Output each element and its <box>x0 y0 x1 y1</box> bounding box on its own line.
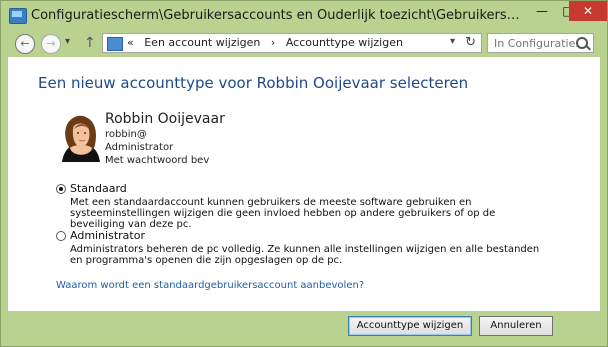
breadcrumb-item-account-change[interactable]: Een account wijzigen <box>144 36 260 49</box>
window-title: Configuratiescherm\Gebruikersaccounts en… <box>31 8 526 23</box>
user-role: Administrator <box>105 142 174 153</box>
page-title: Een nieuw accounttype voor Robbin Ooijev… <box>38 74 469 92</box>
navigation-bar: ← → ▾ ↑ « Een account wijzigen › Account… <box>7 32 603 54</box>
administrator-label[interactable]: Administrator <box>70 229 145 242</box>
administrator-description: Administrators beheren de pc volledig. Z… <box>70 244 540 266</box>
up-arrow-icon[interactable]: ↑ <box>84 35 96 51</box>
title-bar: Configuratiescherm\Gebruikersaccounts en… <box>1 1 607 31</box>
address-dropdown-icon[interactable]: ▾ <box>450 36 455 47</box>
refresh-icon[interactable]: ↻ <box>465 35 476 50</box>
user-avatar <box>57 112 105 164</box>
breadcrumb: « Een account wijzigen › Accounttype wij… <box>127 36 410 49</box>
password-status: Met wachtwoord bev <box>105 155 210 166</box>
administrator-radio[interactable] <box>56 231 66 241</box>
control-panel-icon <box>9 8 27 24</box>
breadcrumb-item-account-type[interactable]: Accounttype wijzigen <box>286 36 403 49</box>
cancel-button[interactable]: Annuleren <box>479 316 553 336</box>
control-panel-address-icon <box>107 37 123 51</box>
female-user-icon <box>62 115 100 162</box>
recent-locations-chevron-icon[interactable]: ▾ <box>65 36 75 50</box>
user-name: Robbin Ooijevaar <box>105 111 225 127</box>
standard-description: Met een standaardaccount kunnen gebruike… <box>70 197 496 230</box>
back-arrow-icon[interactable]: ← <box>15 34 35 54</box>
address-bar[interactable]: « Een account wijzigen › Accounttype wij… <box>102 33 482 53</box>
forward-arrow-icon[interactable]: → <box>41 34 61 54</box>
standard-label[interactable]: Standaard <box>70 182 127 195</box>
minimize-button[interactable]: — <box>529 1 555 21</box>
search-icon[interactable] <box>576 37 588 49</box>
search-input[interactable] <box>488 34 580 52</box>
close-button[interactable]: ✕ <box>569 1 607 21</box>
recommendation-link[interactable]: Waarom wordt een standaardgebruikersacco… <box>56 280 364 291</box>
change-account-type-button[interactable]: Accounttype wijzigen <box>348 316 472 336</box>
search-box[interactable] <box>487 33 594 53</box>
breadcrumb-separator: « <box>127 36 134 49</box>
standard-radio[interactable] <box>56 184 66 194</box>
breadcrumb-arrow-icon: › <box>270 36 276 49</box>
control-panel-window: Configuratiescherm\Gebruikersaccounts en… <box>0 0 608 347</box>
main-content: Een nieuw accounttype voor Robbin Ooijev… <box>8 57 600 311</box>
user-email: robbin@ <box>105 129 147 140</box>
